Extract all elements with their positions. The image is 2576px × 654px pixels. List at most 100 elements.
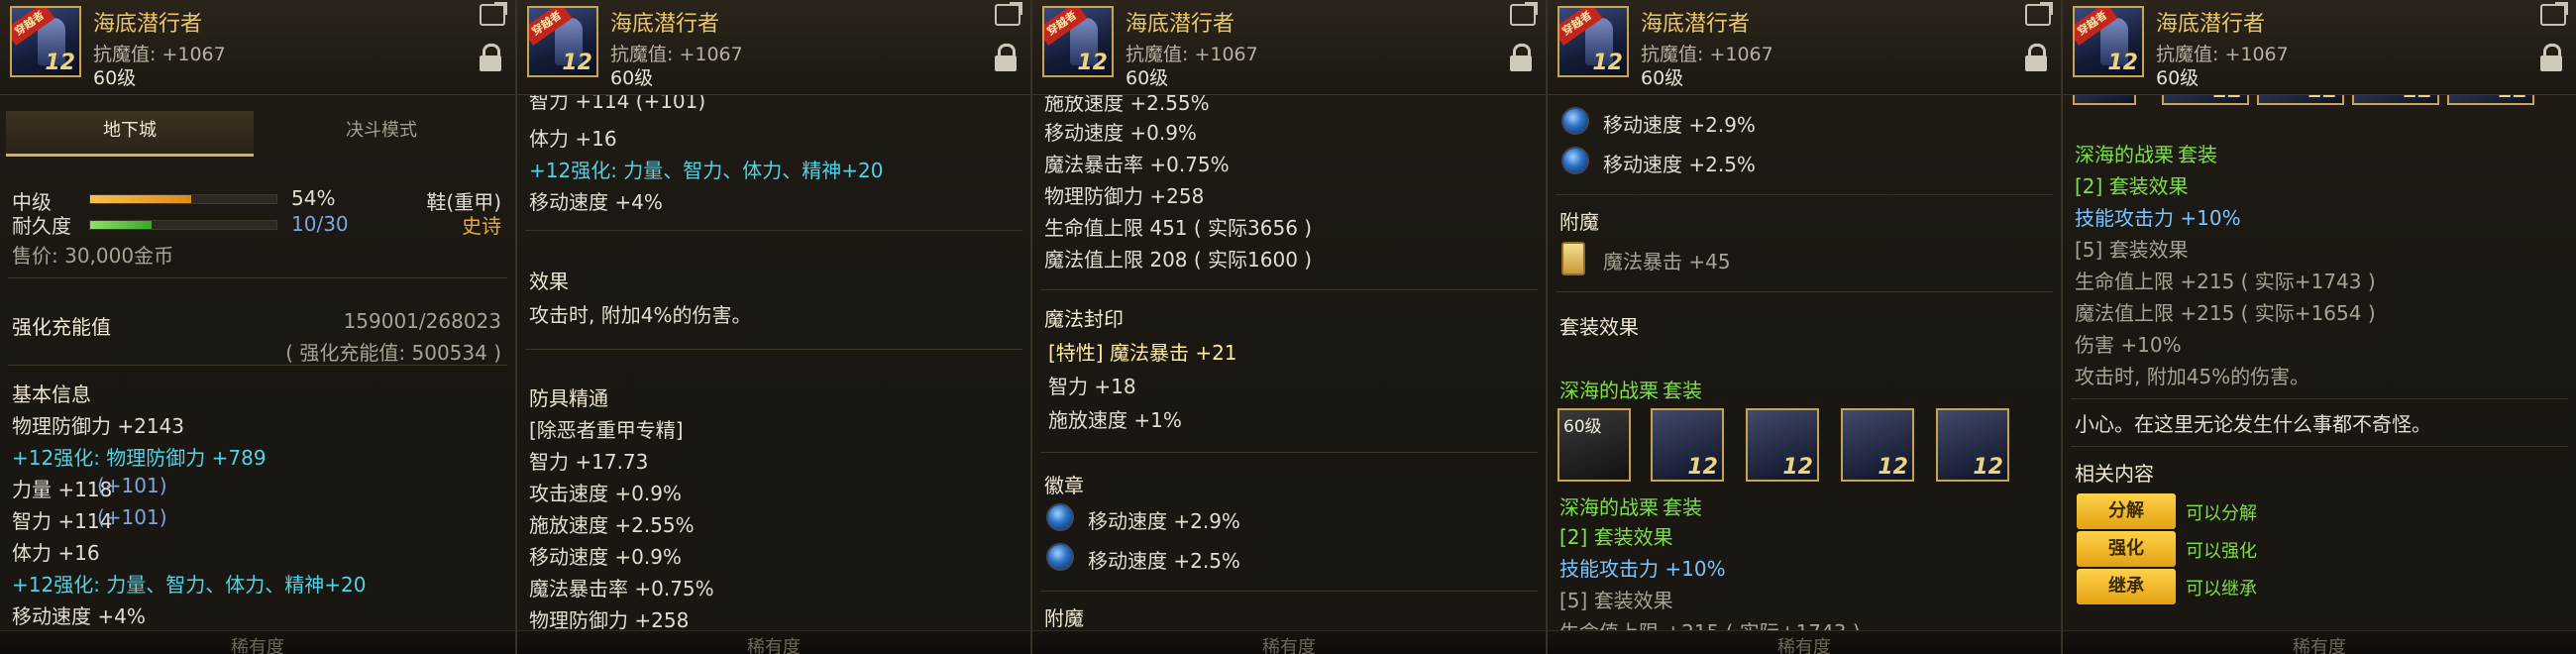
set-slot[interactable]: 12 — [1936, 408, 2009, 482]
item-level: 60级 — [1641, 67, 1684, 89]
lock-icon[interactable] — [1510, 44, 1532, 71]
rarity-footer: 稀有度 — [231, 637, 284, 654]
item-icon[interactable]: 穿越者 12 — [527, 6, 598, 77]
set-2-title: [2] 套装效果 — [1559, 525, 1673, 549]
stat-line: +12强化: 力量、智力、体力、精神+20 — [529, 159, 884, 182]
emblem-orb-icon — [1561, 147, 1589, 174]
durability-label: 耐久度 — [12, 214, 71, 238]
lock-icon[interactable] — [2540, 44, 2562, 71]
stat-line: 移动速度 +4% — [12, 604, 146, 628]
divider — [1040, 289, 1538, 290]
item-header: 穿越者 12 海底潜行者 抗魔值: +1067 60级 — [1548, 0, 2061, 95]
lock-icon[interactable] — [995, 44, 1017, 71]
tooltip-footer: 稀有度 — [0, 630, 515, 654]
stat-line: 移动速度 +4% — [529, 190, 663, 214]
emblem-orb-icon — [1046, 543, 1074, 571]
tab-dungeon[interactable]: 地下城 — [6, 111, 254, 157]
divider — [2071, 446, 2568, 447]
tooltip-panel-2: 穿越者 12 海底潜行者 抗魔值: +1067 60级 智力 +114 (+10… — [515, 0, 1030, 654]
item-level: 60级 — [610, 67, 654, 89]
set-tag: 套装 — [1663, 495, 1702, 519]
enchant-card-icon — [1561, 242, 1585, 275]
set-slot-level: 60级 — [1563, 417, 1602, 437]
inherit-button[interactable]: 继承 — [2077, 569, 2176, 604]
rarity-footer: 稀有度 — [747, 637, 801, 654]
item-icon[interactable]: 穿越者 12 — [1557, 6, 1629, 77]
set-slot[interactable]: 12 — [1651, 408, 1724, 482]
armor-line: 移动速度 +0.9% — [529, 545, 682, 569]
rarity-footer: 稀有度 — [1777, 637, 1831, 654]
stat-line: 移动速度 +0.9% — [1044, 121, 1197, 145]
stat-line: 施放速度 +2.55% — [1044, 95, 1210, 115]
divider — [1040, 591, 1538, 592]
item-resist: 抗魔值: +1067 — [93, 44, 226, 65]
emblem-orb-icon — [1046, 503, 1074, 531]
external-link-icon[interactable] — [1510, 2, 1538, 26]
set-slot[interactable]: 12 — [2352, 95, 2439, 105]
set-5-line: 伤害 +10% — [2075, 333, 2182, 357]
stat-line: 魔法暴击率 +0.75% — [1044, 153, 1230, 176]
durability-bar-fill — [90, 221, 153, 229]
tooltip-body: 12 12 12 12 深海的战栗 套装 [2] 套装效果 技能攻击力 +10%… — [2063, 95, 2576, 630]
divider — [8, 365, 507, 366]
set-5-title: [5] 套装效果 — [2075, 238, 2189, 262]
flavor-text: 小心。在这里无论发生什么事都不奇怪。 — [2075, 412, 2431, 436]
emblem-line: 移动速度 +2.9% — [1088, 509, 1240, 533]
item-name: 海底潜行者 — [610, 12, 720, 37]
item-icon[interactable]: 穿越者 12 — [1042, 6, 1114, 77]
stat-line: 物理防御力 +2143 — [12, 414, 185, 438]
item-resist: 抗魔值: +1067 — [610, 44, 743, 65]
item-level: 60级 — [93, 67, 137, 89]
set-slot-upgrade: 12 — [1878, 455, 1908, 480]
set-name: 深海的战栗 — [1559, 495, 1659, 519]
stat-line-bonus: (+101) — [97, 505, 167, 529]
reinforce-button[interactable]: 强化 — [2077, 531, 2176, 567]
disassemble-button[interactable]: 分解 — [2077, 493, 2176, 529]
external-link-icon[interactable] — [2540, 2, 2568, 26]
item-level: 60级 — [2156, 67, 2200, 89]
charge-label: 强化充能值 — [12, 315, 111, 339]
set-2-line: 技能攻击力 +10% — [1559, 557, 1726, 581]
tooltip-body: 移动速度 +2.9% 移动速度 +2.5% 附魔 魔法暴击 +45 套装效果 深… — [1548, 95, 2061, 630]
stat-line: +12强化: 物理防御力 +789 — [12, 446, 267, 470]
lock-icon[interactable] — [2025, 44, 2047, 71]
item-header: 穿越者 12 海底潜行者 抗魔值: +1067 60级 — [0, 0, 515, 95]
emblem-line: 移动速度 +2.5% — [1603, 153, 1756, 176]
set-slot-upgrade: 12 — [1782, 455, 1813, 480]
item-icon[interactable]: 穿越者 12 — [10, 6, 81, 77]
disassemble-desc: 可以分解 — [2186, 503, 2257, 524]
set-slot[interactable]: 12 — [1841, 408, 1914, 482]
inherit-desc: 可以继承 — [2186, 579, 2257, 600]
set-slot[interactable]: 12 — [2257, 95, 2344, 105]
set-slot[interactable]: 12 — [1746, 408, 1819, 482]
set-5-line: 魔法值上限 +215 ( 实际+1654 ) — [2075, 301, 2376, 325]
set-slot-upgrade: 12 — [2308, 95, 2338, 103]
tooltip-footer: 稀有度 — [517, 630, 1030, 654]
seal-line: 智力 +18 — [1048, 375, 1136, 398]
set-slot[interactable] — [2073, 95, 2136, 105]
lock-icon[interactable] — [480, 44, 501, 71]
emblem-orb-icon — [1561, 107, 1589, 135]
enchant-title: 附魔 — [1559, 210, 1599, 234]
tooltip-panel-5: 穿越者 12 海底潜行者 抗魔值: +1067 60级 12 12 12 12 … — [2061, 0, 2576, 654]
external-link-icon[interactable] — [2025, 2, 2053, 26]
external-link-icon[interactable] — [995, 2, 1022, 26]
external-link-icon[interactable] — [480, 2, 507, 26]
tab-pvp[interactable]: 决斗模式 — [258, 111, 505, 157]
set-slot-empty[interactable]: 60级 — [1557, 408, 1631, 482]
set-2-line: 技能攻击力 +10% — [2075, 206, 2241, 230]
sell-price: 售价: 30,000金币 — [12, 244, 174, 268]
grade-bar — [89, 194, 277, 204]
enchant-line: 魔法暴击 +45 — [1603, 250, 1731, 273]
item-resist: 抗魔值: +1067 — [1641, 44, 1773, 65]
item-icon[interactable]: 穿越者 12 — [2073, 6, 2144, 77]
stat-line: 物理防御力 +258 — [1044, 184, 1205, 208]
item-resist: 抗魔值: +1067 — [1126, 44, 1258, 65]
set-slot[interactable]: 12 — [2162, 95, 2249, 105]
stat-line: +12强化: 力量、智力、体力、精神+20 — [12, 573, 367, 597]
set-5-line: 生命值上限 +215 ( 实际+1743 ) — [1559, 616, 1861, 630]
armor-line: 魔法暴击率 +0.75% — [529, 577, 714, 600]
set-slot-upgrade: 12 — [2498, 95, 2528, 103]
set-slot[interactable]: 12 — [2447, 95, 2534, 105]
charge-value: 159001/268023 — [343, 309, 501, 333]
